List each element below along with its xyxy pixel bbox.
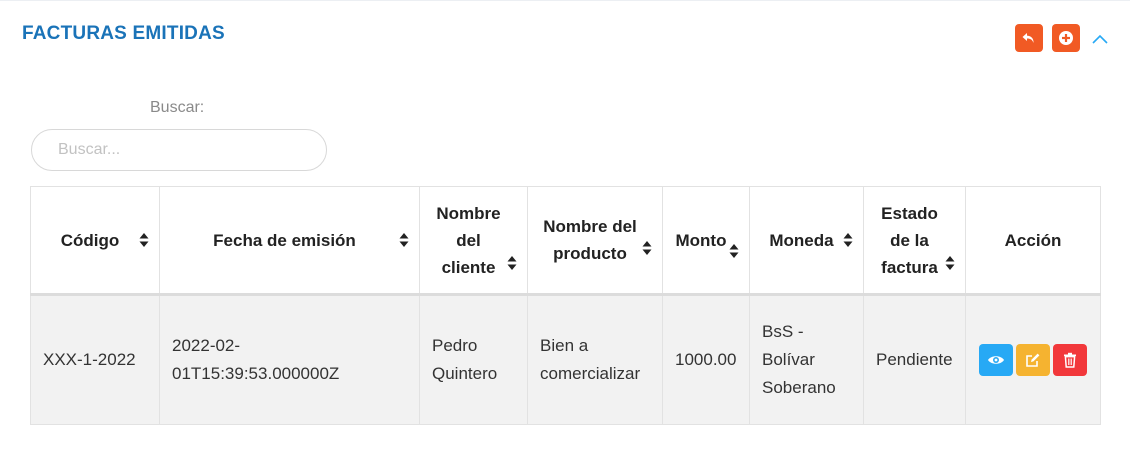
sort-icon: [399, 233, 409, 247]
column-header-label: Nombre del cliente: [436, 203, 501, 277]
column-header-label: Monto: [675, 230, 727, 250]
column-header-label: Estado de la factura: [881, 203, 938, 277]
column-header-producto[interactable]: Nombre del producto: [527, 186, 663, 296]
trash-icon: [1064, 352, 1076, 368]
column-header-accion: Acción: [965, 186, 1101, 296]
sort-icon: [729, 244, 739, 258]
cell-cliente: Pedro Quintero: [419, 294, 528, 425]
column-header-fecha[interactable]: Fecha de emisión: [159, 186, 420, 296]
column-header-label: Acción: [1004, 230, 1062, 250]
cell-accion: [965, 294, 1101, 425]
delete-button[interactable]: [1053, 344, 1087, 376]
table-row: XXX-1-2022 2022-02-01T15:39:53.000000Z P…: [30, 294, 1101, 425]
plus-circle-icon: [1059, 31, 1073, 45]
column-header-monto[interactable]: Monto: [662, 186, 750, 296]
cell-monto: 1000.00: [662, 294, 750, 425]
sort-icon: [139, 233, 149, 247]
reply-icon: [1022, 33, 1034, 43]
column-header-codigo[interactable]: Código: [30, 186, 160, 296]
sort-icon: [843, 233, 853, 247]
column-header-moneda[interactable]: Moneda: [749, 186, 864, 296]
sort-icon: [507, 256, 517, 270]
column-header-estado[interactable]: Estado de la factura: [863, 186, 966, 296]
back-button[interactable]: [1015, 24, 1043, 52]
collapse-button[interactable]: [1089, 29, 1111, 49]
cell-estado: Pendiente: [863, 294, 966, 425]
cell-producto: Bien a comercializar: [527, 294, 663, 425]
cell-fecha: 2022-02-01T15:39:53.000000Z: [159, 294, 420, 425]
cell-moneda: BsS - Bolívar Soberano: [749, 294, 864, 425]
edit-icon: [1026, 353, 1040, 367]
add-invoice-button[interactable]: [1052, 24, 1080, 52]
sort-icon: [642, 241, 652, 255]
sort-icon: [945, 256, 955, 270]
column-header-cliente[interactable]: Nombre del cliente: [419, 186, 528, 296]
column-header-label: Nombre del producto: [543, 217, 637, 263]
chevron-up-icon: [1092, 34, 1108, 44]
search-input[interactable]: [31, 129, 327, 171]
cell-codigo: XXX-1-2022: [30, 294, 160, 425]
view-button[interactable]: [979, 344, 1013, 376]
edit-button[interactable]: [1016, 344, 1050, 376]
column-header-label: Fecha de emisión: [213, 230, 356, 250]
invoices-table: Código Fecha de emisión Nombre del clien…: [30, 186, 1101, 425]
eye-icon: [988, 356, 1004, 364]
column-header-label: Moneda: [769, 230, 834, 250]
column-header-label: Código: [60, 230, 120, 250]
table-header-row: Código Fecha de emisión Nombre del clien…: [30, 186, 1101, 296]
card-title: FACTURAS EMITIDAS: [22, 23, 225, 44]
row-actions: [978, 344, 1088, 376]
search-label: Buscar:: [150, 99, 205, 116]
invoices-card: FACTURAS EMITIDAS Buscar: Código Fec: [0, 0, 1130, 467]
